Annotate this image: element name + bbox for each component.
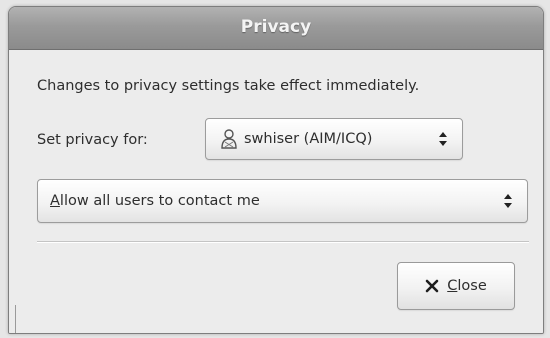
close-button-label: Close <box>447 278 487 294</box>
set-privacy-label: Set privacy for: <box>37 132 148 148</box>
close-icon <box>425 279 439 293</box>
window-title: Privacy <box>240 17 312 37</box>
close-button[interactable]: Close <box>397 262 515 310</box>
titlebar[interactable]: Privacy <box>9 7 543 50</box>
account-select[interactable]: swhiser (AIM/ICQ) <box>205 118 463 160</box>
dialog-content: Changes to privacy settings take effect … <box>9 50 543 333</box>
privacy-setting-select[interactable]: Allow all users to contact me <box>37 179 528 223</box>
privacy-notice: Changes to privacy settings take effect … <box>37 78 420 94</box>
close-button-label-rest: lose <box>457 278 487 294</box>
separator <box>37 241 529 243</box>
privacy-dialog: Privacy Changes to privacy settings take… <box>8 6 544 334</box>
account-select-value: swhiser (AIM/ICQ) <box>244 131 373 147</box>
window-edge <box>9 305 16 333</box>
chevron-updown-icon <box>436 128 450 150</box>
close-button-mnemonic: C <box>447 278 458 294</box>
chevron-updown-icon <box>501 190 515 212</box>
privacy-setting-mnemonic: A <box>50 193 60 209</box>
privacy-setting-label: llow all users to contact me <box>59 193 260 209</box>
person-icon <box>220 128 238 150</box>
privacy-setting-value: Allow all users to contact me <box>50 193 501 209</box>
